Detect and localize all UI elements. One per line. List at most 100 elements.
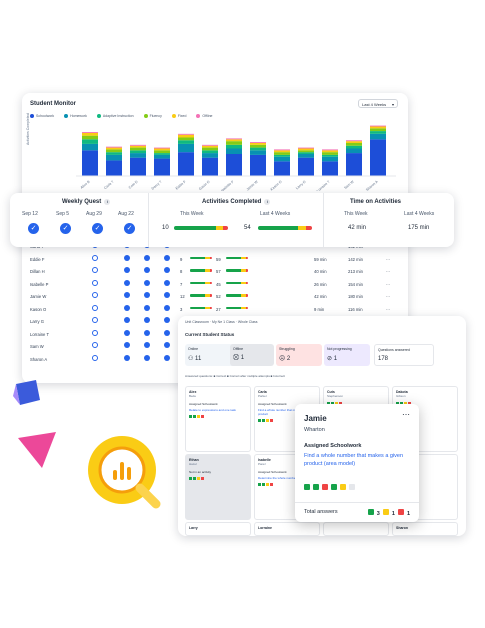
student-row[interactable]: Eddie F 9 59 59 min 142 min ⋯ — [30, 253, 402, 265]
popup-name: Jamie — [304, 414, 327, 423]
quest-status-icon — [144, 354, 150, 361]
this-week-time: 42 min — [348, 225, 367, 231]
questions-answered-tile: Questions answered 178 — [374, 344, 434, 366]
quest-status-icon — [164, 317, 170, 323]
activities-bar-chart: Alice B Carla T Cole D Darcy T Eddie F Gavin … — [76, 125, 396, 191]
info-icon: i — [104, 199, 111, 205]
chart-legend: Schoolwork Homework Adaptive Instruction Fl… — [30, 114, 212, 118]
this-week-progress — [174, 226, 228, 230]
bar-segment — [202, 153, 218, 158]
bar-segment — [202, 147, 218, 151]
quest-status-icon — [144, 342, 150, 348]
last-4-weeks-time: 175 min — [408, 225, 430, 231]
x-tick-label: Larry G — [295, 180, 307, 191]
row-more-icon[interactable]: ⋯ — [386, 257, 390, 262]
student-row[interactable]: Dillan H 8 57 40 min 213 min ⋯ — [30, 265, 402, 277]
last-4-weeks-label: Last 4 Weeks — [260, 211, 291, 217]
row-time-4w: 154 min — [348, 281, 363, 287]
last-4-weeks-time-label: Last 4 Weeks — [404, 211, 435, 217]
popup-answer-squares — [304, 477, 410, 495]
check-icon: ✓ — [60, 223, 71, 234]
row-progress — [226, 306, 248, 309]
row-progress — [226, 281, 248, 284]
student-row[interactable]: Kason O 3 27 9 min 116 min ⋯ — [30, 303, 402, 315]
bar-segment — [202, 144, 218, 146]
x-tick-label: Kason O — [270, 180, 283, 191]
quest-status-icon — [92, 329, 98, 336]
x-tick-label: Isabelle P — [220, 179, 235, 191]
quest-status-icon — [92, 279, 98, 286]
bar-segment — [370, 128, 386, 132]
x-tick-label: Darcy T — [151, 179, 164, 190]
bar-segment — [346, 140, 362, 142]
quest-status-icon — [144, 254, 150, 261]
student-row[interactable]: Isabelle P 7 45 26 min 154 min ⋯ — [30, 278, 402, 290]
student-card[interactable]: Lorraine — [254, 522, 320, 536]
struggling-tile[interactable]: Struggling ☹ 2 — [276, 344, 322, 366]
bar-segment — [130, 157, 146, 176]
bar-segment — [178, 137, 194, 141]
week-col: Aug 22 — [118, 211, 134, 217]
legend-item: Offline — [196, 114, 212, 118]
bar-segment — [274, 150, 290, 153]
row-progress — [190, 294, 212, 297]
bar-segment — [370, 133, 386, 140]
bar-segment — [154, 158, 170, 176]
bar-segment — [106, 146, 122, 148]
bar-segment — [226, 138, 242, 140]
bar-segment — [346, 141, 362, 143]
y-axis-label: Activities Completed — [26, 113, 30, 145]
bar-segment — [178, 133, 194, 135]
row-more-icon[interactable]: ⋯ — [386, 307, 390, 312]
bar-segment — [322, 149, 338, 151]
x-tick-label: Alice B — [80, 179, 91, 189]
bar-segment — [370, 126, 386, 129]
row-more-icon[interactable]: ⋯ — [386, 282, 390, 287]
card-link[interactable]: Relate to expressions and one task — [189, 408, 247, 412]
range-dropdown[interactable]: Last 4 Weeks ▾ — [358, 99, 398, 108]
this-week-time-label: This Week — [344, 211, 368, 217]
student-card[interactable]: Sharon — [392, 522, 458, 536]
bar-segment — [106, 160, 122, 176]
row-time-week: 26 min — [314, 281, 327, 287]
row-time-week: 9 min — [314, 306, 325, 312]
bar-segment — [178, 134, 194, 138]
x-tick-label: Gavin G — [198, 180, 211, 191]
bar-segment — [226, 148, 242, 154]
bar-segment — [178, 152, 194, 176]
card-name: Larry — [189, 526, 198, 530]
row-last-4: 27 — [216, 306, 221, 312]
check-icon: ✓ — [124, 223, 135, 234]
popup-activity-link[interactable]: Find a whole number that makes a given p… — [304, 453, 410, 469]
student-card[interactable] — [323, 522, 389, 536]
quest-status-icon — [164, 292, 170, 298]
bar-segment — [322, 154, 338, 157]
student-card[interactable]: Ethan Hazel Not in an activity — [185, 454, 251, 520]
student-card[interactable]: Alex Bede Assigned Schoolwork Relate to exp… — [185, 386, 251, 452]
time-heading: Time on Activities — [350, 199, 402, 205]
quest-status-icon — [124, 329, 130, 336]
bar-segment — [130, 145, 146, 148]
student-card[interactable]: Larry — [185, 522, 251, 536]
quest-status-icon — [92, 342, 98, 348]
class-filters[interactable]: Unit Classroom · My Ne 1 Class · Whole C… — [185, 320, 258, 324]
more-options-icon[interactable]: ⋯ — [402, 410, 410, 419]
not-progressing-tile[interactable]: Not progressing ⊘ 1 — [324, 344, 370, 366]
row-progress — [226, 256, 248, 259]
card-surname: Bede — [189, 394, 197, 398]
bar-segment — [298, 157, 314, 176]
card-surname: Parker — [258, 394, 267, 398]
weekly-quest-heading: Weekly Quest i — [62, 199, 111, 205]
quest-status-icon — [92, 317, 98, 323]
bar-segment — [274, 152, 290, 155]
quest-status-icon — [164, 267, 170, 273]
bar-segment — [322, 150, 338, 153]
student-name: Jamie W — [30, 294, 47, 299]
row-more-icon[interactable]: ⋯ — [386, 269, 390, 274]
row-progress — [190, 256, 212, 259]
quest-status-icon — [144, 279, 150, 286]
row-more-icon[interactable]: ⋯ — [386, 294, 390, 299]
card-surname: Hazel — [189, 462, 197, 466]
student-row[interactable]: Jamie W 12 52 42 min 180 min ⋯ — [30, 290, 402, 302]
offline-tile[interactable]: Offline ⛒ 1 — [230, 344, 274, 366]
